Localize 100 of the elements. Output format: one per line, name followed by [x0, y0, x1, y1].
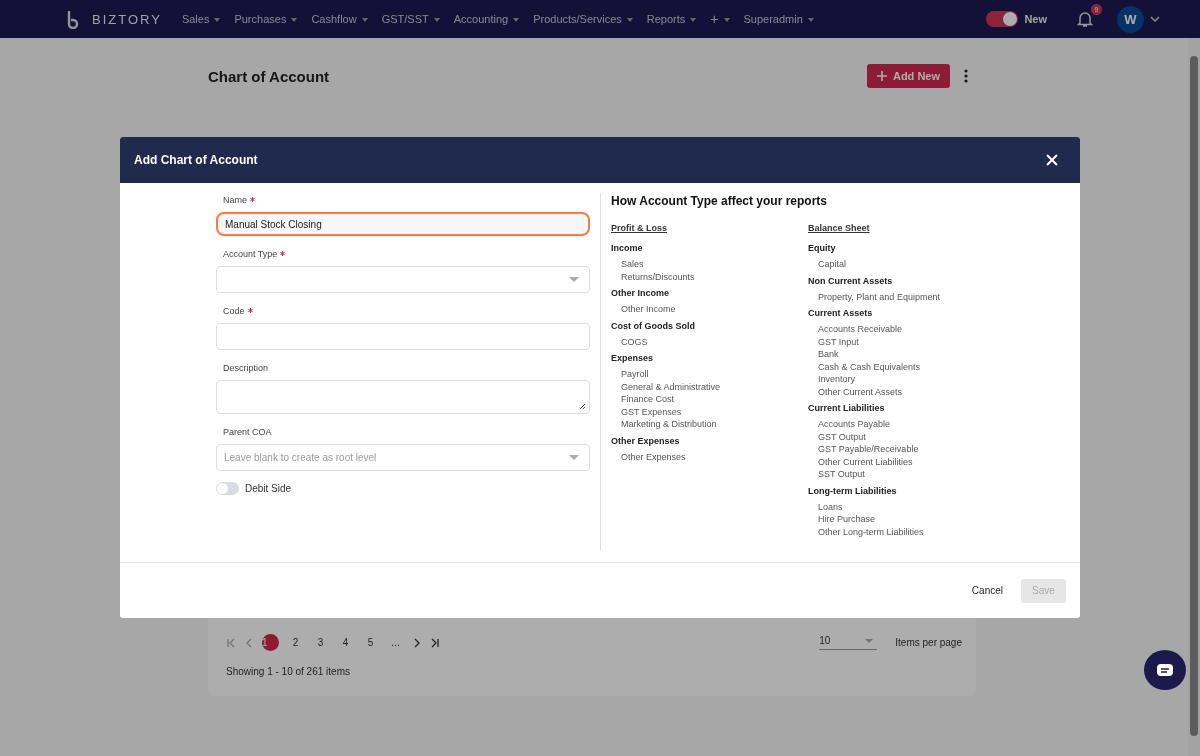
account-type: COGS	[620, 335, 649, 348]
select-field[interactable]: Leave blank to create as root level	[216, 444, 590, 471]
close-icon[interactable]	[1046, 154, 1058, 166]
info-title: How Account Type affect your reports	[611, 194, 829, 208]
account-type: Loans	[817, 500, 844, 513]
field-label: Description	[223, 363, 269, 373]
brand-name: BIZTORY	[92, 11, 162, 27]
menu-item[interactable]: Reports	[642, 13, 701, 25]
bell-icon[interactable]	[1077, 10, 1093, 28]
page-button[interactable]: 5	[362, 634, 379, 651]
menu-item[interactable]: Sales	[177, 13, 225, 25]
account-type: Other Income	[620, 303, 677, 316]
report-heading: Profit & Loss	[611, 223, 668, 233]
chevron-icon[interactable]	[1150, 16, 1160, 22]
account-type: GST Expenses	[620, 405, 683, 418]
account-type: Accounts Receivable	[817, 323, 904, 336]
caret-icon	[291, 18, 298, 23]
account-group: Cost of Goods Sold	[611, 320, 808, 331]
account-type: Payroll	[620, 368, 650, 381]
menu-item[interactable]: GST/SST	[377, 13, 444, 25]
caret-icon	[214, 18, 221, 23]
page-button[interactable]: 1	[262, 634, 279, 651]
menu-item[interactable]: Accounting	[449, 13, 524, 25]
required-icon	[280, 250, 286, 256]
debit-side-toggle[interactable]	[216, 482, 239, 495]
account-group: Current Assets	[808, 308, 1005, 318]
caret-icon	[690, 18, 697, 23]
account-type: Returns/Discounts	[620, 270, 696, 283]
caret-icon	[626, 18, 633, 23]
account-group: Income	[611, 243, 808, 253]
next-page-icon[interactable]	[412, 637, 422, 648]
account-type: Finance Cost	[620, 393, 676, 406]
account-type: Bank	[817, 348, 840, 361]
add-new-button[interactable]: Add New	[866, 64, 950, 88]
last-page-icon[interactable]	[430, 637, 440, 648]
page-button[interactable]: 2	[287, 634, 304, 651]
account-group: Non Current Assets	[808, 275, 1005, 286]
account-type: Other Long-term Liabilities	[817, 525, 925, 538]
page-size-label: Items per page	[895, 637, 962, 648]
dialog-title: Add Chart of Account	[134, 153, 258, 167]
caret-icon	[513, 18, 520, 23]
plus-icon	[876, 71, 887, 81]
chat-button[interactable]	[1144, 650, 1186, 690]
menu-item[interactable]: Products/Services	[529, 13, 637, 25]
select-field[interactable]	[216, 266, 590, 293]
page-button[interactable]: ...	[387, 634, 404, 651]
menu-item[interactable]: Cashflow	[307, 13, 372, 25]
account-group: Equity	[808, 243, 1005, 253]
items-summary: Showing 1 - 10 of 261 items	[226, 666, 351, 677]
field-label: Name	[223, 195, 247, 205]
add-menu[interactable]: +	[706, 11, 734, 27]
account-type: Capital	[817, 258, 847, 271]
account-type: Hire Purchase	[817, 513, 877, 526]
page-size-select[interactable]: 10	[819, 635, 878, 650]
account-type: Property, Plant and Equipment	[817, 290, 941, 303]
account-type: Other Expenses	[620, 450, 687, 463]
account-type: Cash & Cash Equivalents	[817, 360, 922, 373]
account-type: GST Payable/Receivable	[817, 443, 920, 456]
field-label: Account Type	[223, 249, 278, 259]
account-type: Sales	[620, 258, 645, 271]
cancel-button[interactable]: Cancel	[965, 584, 1009, 597]
avatar[interactable]: W	[1117, 5, 1144, 33]
field-label: Parent COA	[223, 427, 272, 437]
account-type: Marketing & Distribution	[620, 418, 718, 431]
page-button[interactable]: 4	[337, 634, 354, 651]
account-type: Other Current Assets	[817, 385, 904, 398]
page-button[interactable]: 3	[312, 634, 329, 651]
account-type: Other Current Liabilities	[817, 455, 914, 468]
toggle-label: New	[1024, 13, 1047, 25]
caret-icon	[723, 18, 730, 23]
account-group: Other Income	[611, 288, 808, 298]
field-label: Code	[223, 306, 245, 316]
new-toggle[interactable]	[986, 11, 1019, 27]
resize-handle-icon[interactable]	[579, 403, 586, 410]
account-group: Current Liabilities	[808, 403, 1005, 413]
toggle-label: Debit Side	[245, 483, 292, 494]
caret-icon	[433, 18, 440, 23]
scrollbar[interactable]	[1188, 38, 1200, 756]
account-group: Long-term Liabilities	[808, 485, 1005, 496]
menu-item[interactable]: Superadmin	[739, 13, 818, 25]
menu-item[interactable]: Purchases	[230, 13, 302, 25]
account-group: Expenses	[611, 353, 808, 363]
caret-icon	[807, 18, 814, 23]
account-type: GST Output	[817, 430, 867, 443]
caret-icon	[361, 18, 368, 23]
account-type: SST Output	[817, 468, 866, 481]
report-heading: Balance Sheet	[808, 223, 871, 233]
account-type: Inventory	[817, 373, 857, 386]
account-group: Other Expenses	[611, 435, 808, 446]
page-title: Chart of Account	[208, 67, 331, 85]
input-field[interactable]	[216, 323, 590, 350]
account-type: General & Administrative	[620, 380, 722, 393]
required-icon	[250, 196, 255, 202]
more-icon[interactable]	[964, 69, 968, 83]
required-icon	[247, 307, 253, 313]
textarea-field[interactable]	[216, 380, 590, 414]
chat-icon	[1156, 663, 1174, 677]
account-type: GST Input	[817, 335, 860, 348]
account-type: Accounts Payable	[817, 418, 892, 431]
input-field[interactable]: Manual Stock Closing	[216, 212, 590, 236]
